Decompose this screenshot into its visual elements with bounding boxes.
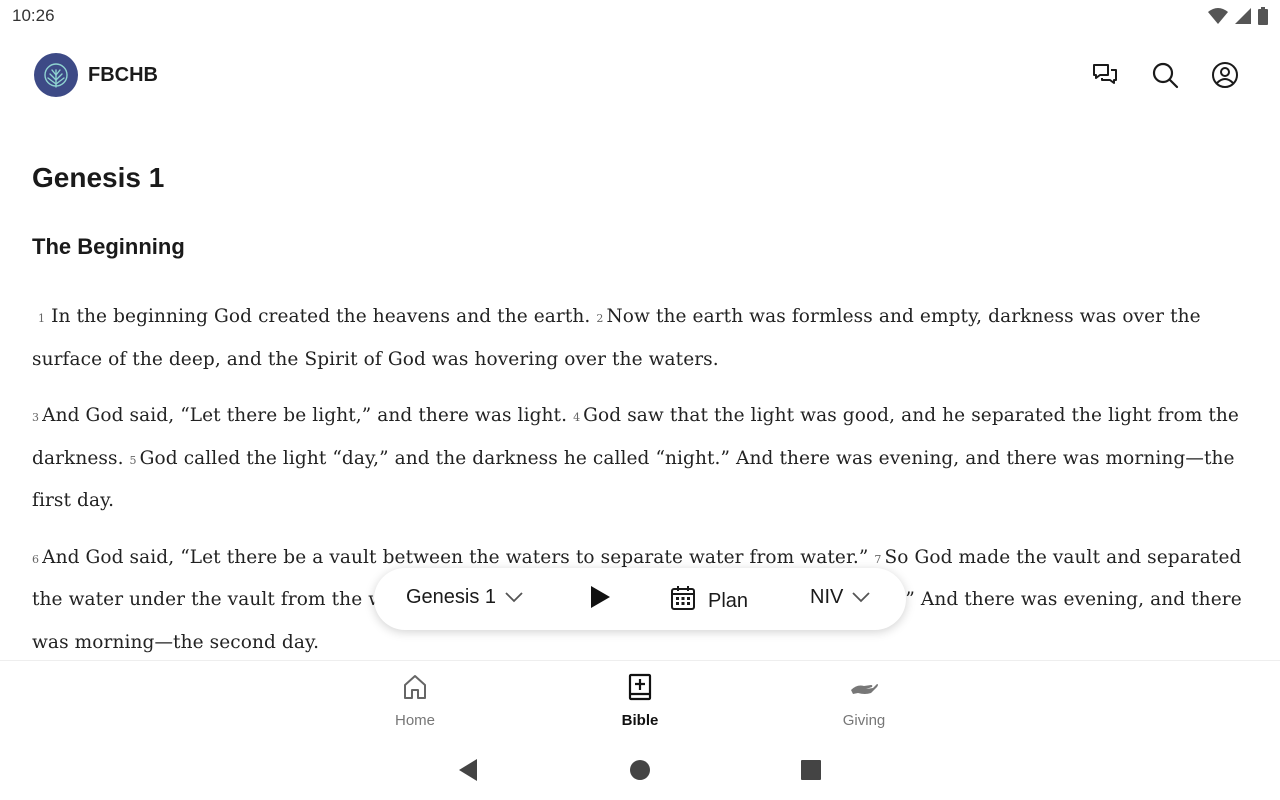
verse-text[interactable]: In the beginning God created the heavens… xyxy=(51,306,590,327)
chevron-down-icon xyxy=(851,586,871,609)
paragraph: 1 In the beginning God created the heaven… xyxy=(32,297,1252,380)
nav-item-giving[interactable]: Giving xyxy=(804,673,924,729)
app-header: FBCHB xyxy=(0,40,1280,112)
account-icon[interactable] xyxy=(1210,60,1240,90)
nav-label: Home xyxy=(394,712,435,729)
giving-hand-icon xyxy=(849,673,879,706)
header-actions xyxy=(1090,60,1240,90)
search-icon[interactable] xyxy=(1150,60,1180,90)
play-icon xyxy=(589,585,611,614)
back-icon[interactable] xyxy=(456,758,480,782)
version-selector[interactable]: NIV xyxy=(810,586,871,609)
battery-icon xyxy=(1258,7,1268,30)
recents-square-icon[interactable] xyxy=(799,758,823,782)
chat-icon[interactable] xyxy=(1090,60,1120,90)
nav-item-bible[interactable]: Bible xyxy=(580,673,700,729)
verse-text[interactable]: God called the light “day,” and the dark… xyxy=(32,448,1235,512)
bottom-nav: Home Bible Giving xyxy=(0,661,1280,737)
plan-button[interactable]: Plan xyxy=(670,585,748,617)
bible-icon xyxy=(627,673,653,706)
status-time: 10:26 xyxy=(12,6,55,25)
home-icon xyxy=(402,673,428,706)
nav-label: Bible xyxy=(621,712,659,729)
verse-number: 3 xyxy=(32,411,40,424)
section-heading: The Beginning xyxy=(32,234,185,259)
calendar-icon xyxy=(670,585,696,617)
play-button[interactable] xyxy=(586,585,614,613)
verse-number: 7 xyxy=(874,552,882,566)
verse-number: 6 xyxy=(32,552,40,566)
system-nav-bar xyxy=(0,740,1280,800)
version-label: NIV xyxy=(810,586,844,608)
paragraph: 3 And God said, “Let there be light,” and… xyxy=(32,396,1252,522)
app-title: FBCHB xyxy=(88,64,158,86)
chapter-selector[interactable]: Genesis 1 xyxy=(406,586,524,609)
verse-number: 5 xyxy=(129,453,137,467)
nav-label: Giving xyxy=(842,712,886,729)
status-icons xyxy=(1208,7,1268,30)
status-bar: 10:26 xyxy=(0,0,1280,32)
chapter-selector-label: Genesis 1 xyxy=(406,586,497,608)
verse-number: 2 xyxy=(596,312,604,325)
plan-label: Plan xyxy=(708,589,749,612)
cellular-signal-icon xyxy=(1234,7,1252,30)
verse-number: 4 xyxy=(573,411,581,424)
wifi-icon xyxy=(1208,7,1228,30)
home-circle-icon[interactable] xyxy=(628,758,652,782)
audio-player-bar: Genesis 1 Plan NIV xyxy=(374,568,906,630)
tree-logo-icon[interactable] xyxy=(34,53,78,97)
verse-number: 1 xyxy=(38,312,46,325)
verse-text[interactable]: And God said, “Let there be light,” and … xyxy=(42,405,567,426)
nav-item-home[interactable]: Home xyxy=(355,673,475,729)
chapter-title: Genesis 1 xyxy=(32,162,165,193)
chevron-down-icon xyxy=(504,586,524,609)
verse-text[interactable]: And God said, “Let there be a vault betw… xyxy=(42,547,868,568)
